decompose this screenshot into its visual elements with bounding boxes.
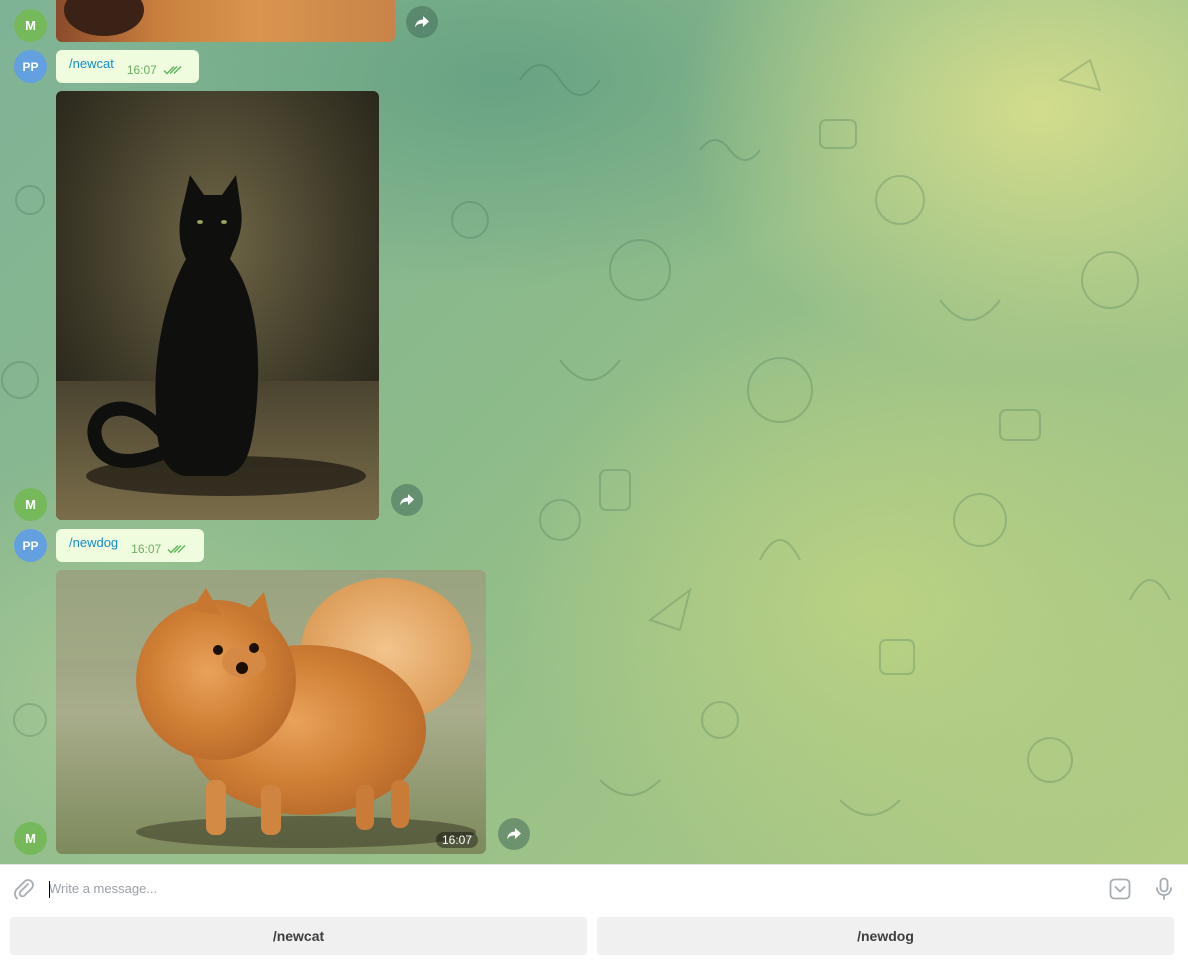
keyboard-button-newdog[interactable]: /newdog xyxy=(597,917,1174,955)
keyboard-button-newcat[interactable]: /newcat xyxy=(10,917,587,955)
avatar[interactable]: PP xyxy=(14,529,47,562)
attach-button[interactable] xyxy=(12,877,36,901)
avatar[interactable]: PP xyxy=(14,50,47,83)
paperclip-icon xyxy=(14,879,34,900)
avatar[interactable]: M xyxy=(14,9,47,42)
keyboard-toggle-icon xyxy=(1109,878,1131,900)
forward-icon xyxy=(400,494,414,506)
forward-icon xyxy=(415,16,429,28)
message-bubble[interactable]: /newdog 16:07 xyxy=(56,529,204,562)
avatar[interactable]: M xyxy=(14,488,47,521)
cat-photo-image xyxy=(56,91,379,520)
command-link[interactable]: /newdog xyxy=(69,535,118,550)
read-checkmarks-icon xyxy=(167,544,186,553)
photo-image xyxy=(56,0,395,42)
message-time: 16:07 xyxy=(126,62,157,77)
forward-button[interactable] xyxy=(406,6,438,38)
photo-message[interactable] xyxy=(56,91,379,520)
text-caret xyxy=(49,881,50,898)
command-link[interactable]: /newcat xyxy=(69,56,114,71)
voice-record-button[interactable] xyxy=(1152,876,1176,902)
forward-icon xyxy=(507,828,521,840)
photo-time: 16:07 xyxy=(435,832,478,848)
microphone-icon xyxy=(1156,877,1172,900)
message-bubble[interactable]: /newcat 16:07 xyxy=(56,50,199,83)
avatar[interactable]: M xyxy=(14,822,47,855)
forward-button[interactable] xyxy=(391,484,423,516)
message-time: 16:07 xyxy=(131,541,162,556)
chat-area[interactable]: M PP /newcat 16:07 M PP /newdog 16:07 M … xyxy=(0,0,1188,864)
message-composer xyxy=(0,864,1188,910)
photo-message[interactable]: 16:07 xyxy=(56,570,486,854)
bot-keyboard-toggle-button[interactable] xyxy=(1107,876,1133,902)
bot-reply-keyboard: /newcat /newdog xyxy=(0,910,1188,961)
read-checkmarks-icon xyxy=(163,65,182,74)
photo-message[interactable] xyxy=(56,0,395,42)
dog-photo-image xyxy=(56,570,486,854)
message-input[interactable] xyxy=(49,877,1079,899)
forward-button[interactable] xyxy=(498,818,530,850)
